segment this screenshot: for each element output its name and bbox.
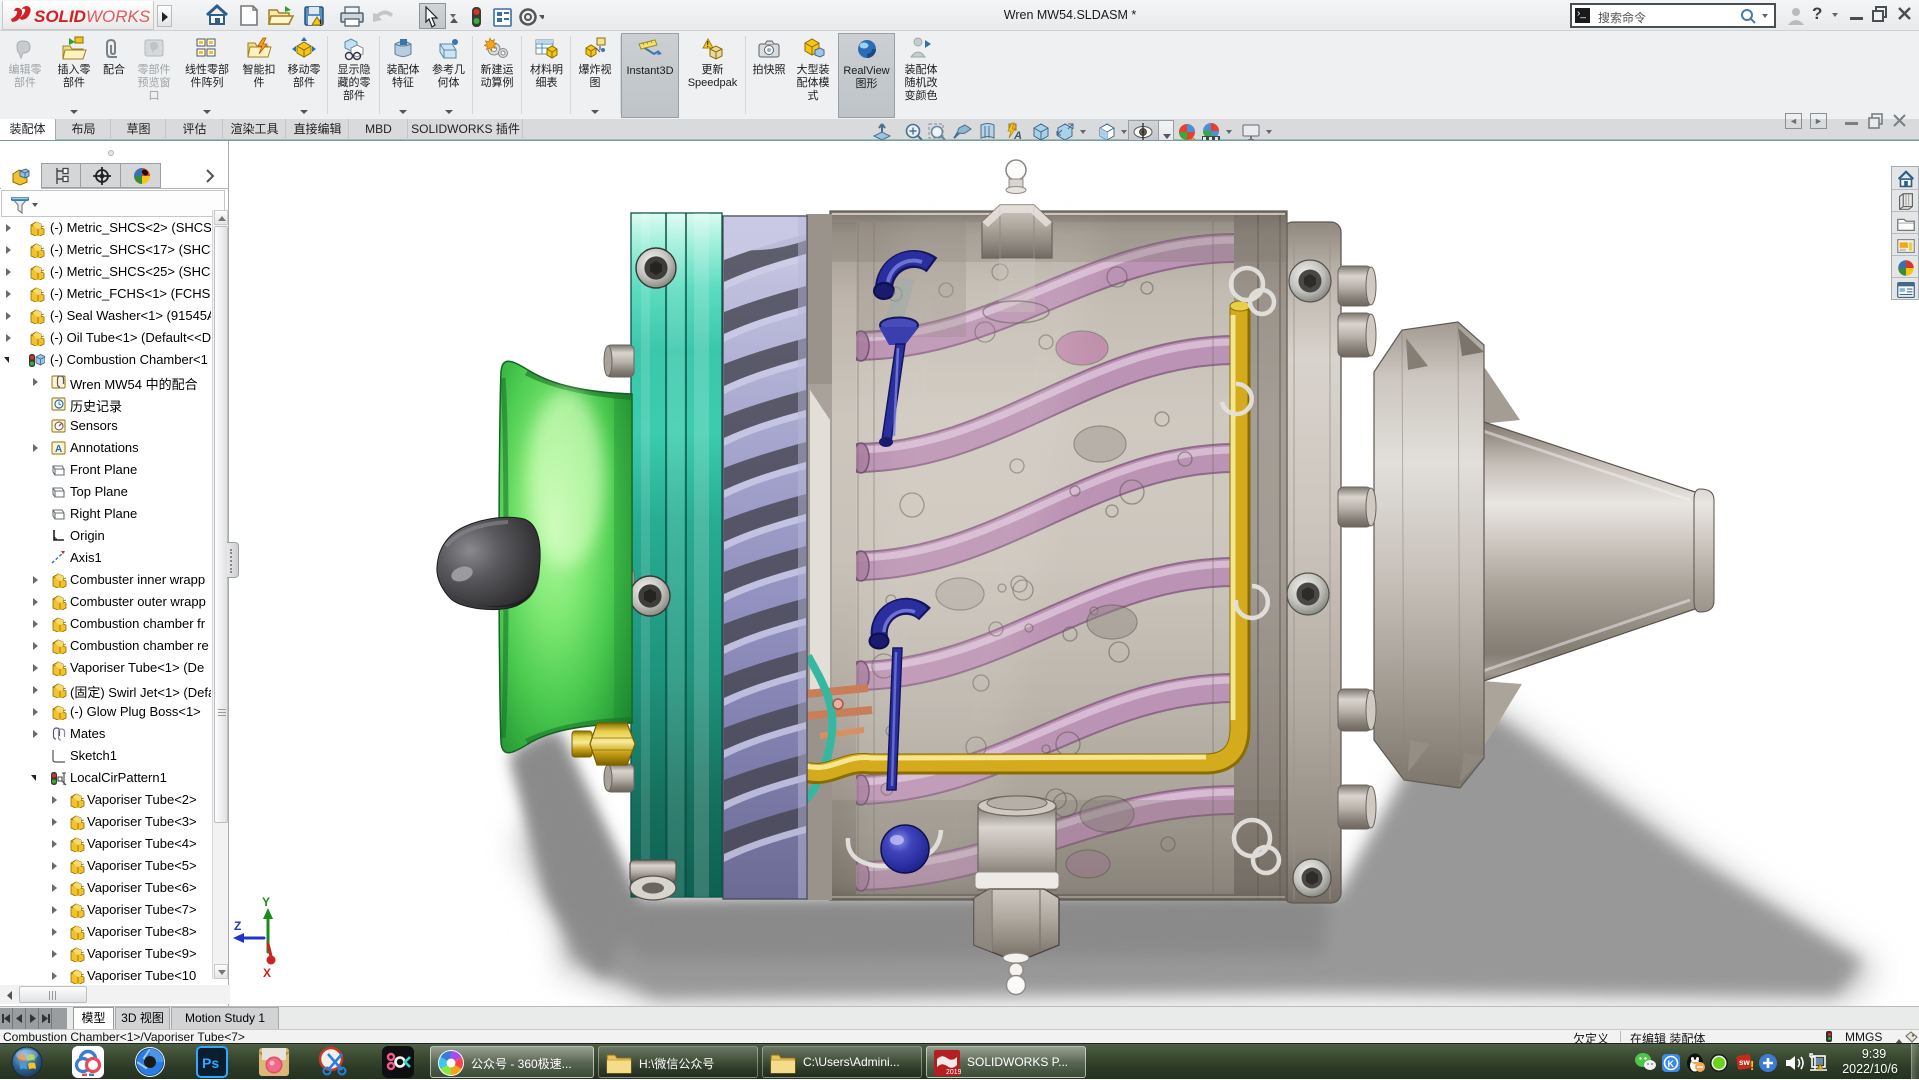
svg-text:SOLID: SOLID — [34, 7, 86, 26]
svg-text:!: ! — [1750, 1058, 1754, 1073]
svg-text:2019: 2019 — [946, 1069, 961, 1076]
svg-text:sw: sw — [1739, 1058, 1750, 1067]
svg-text:A: A — [55, 444, 62, 455]
svg-text:Z: Z — [234, 919, 241, 933]
svg-text:!: ! — [706, 40, 709, 49]
svg-text:WORKS: WORKS — [86, 7, 151, 26]
svg-text:X: X — [263, 966, 271, 980]
svg-text:K: K — [1668, 1059, 1675, 1069]
svg-text:Y: Y — [262, 895, 270, 909]
svg-text:Ps: Ps — [202, 1055, 219, 1071]
svg-text:!: ! — [319, 18, 322, 28]
